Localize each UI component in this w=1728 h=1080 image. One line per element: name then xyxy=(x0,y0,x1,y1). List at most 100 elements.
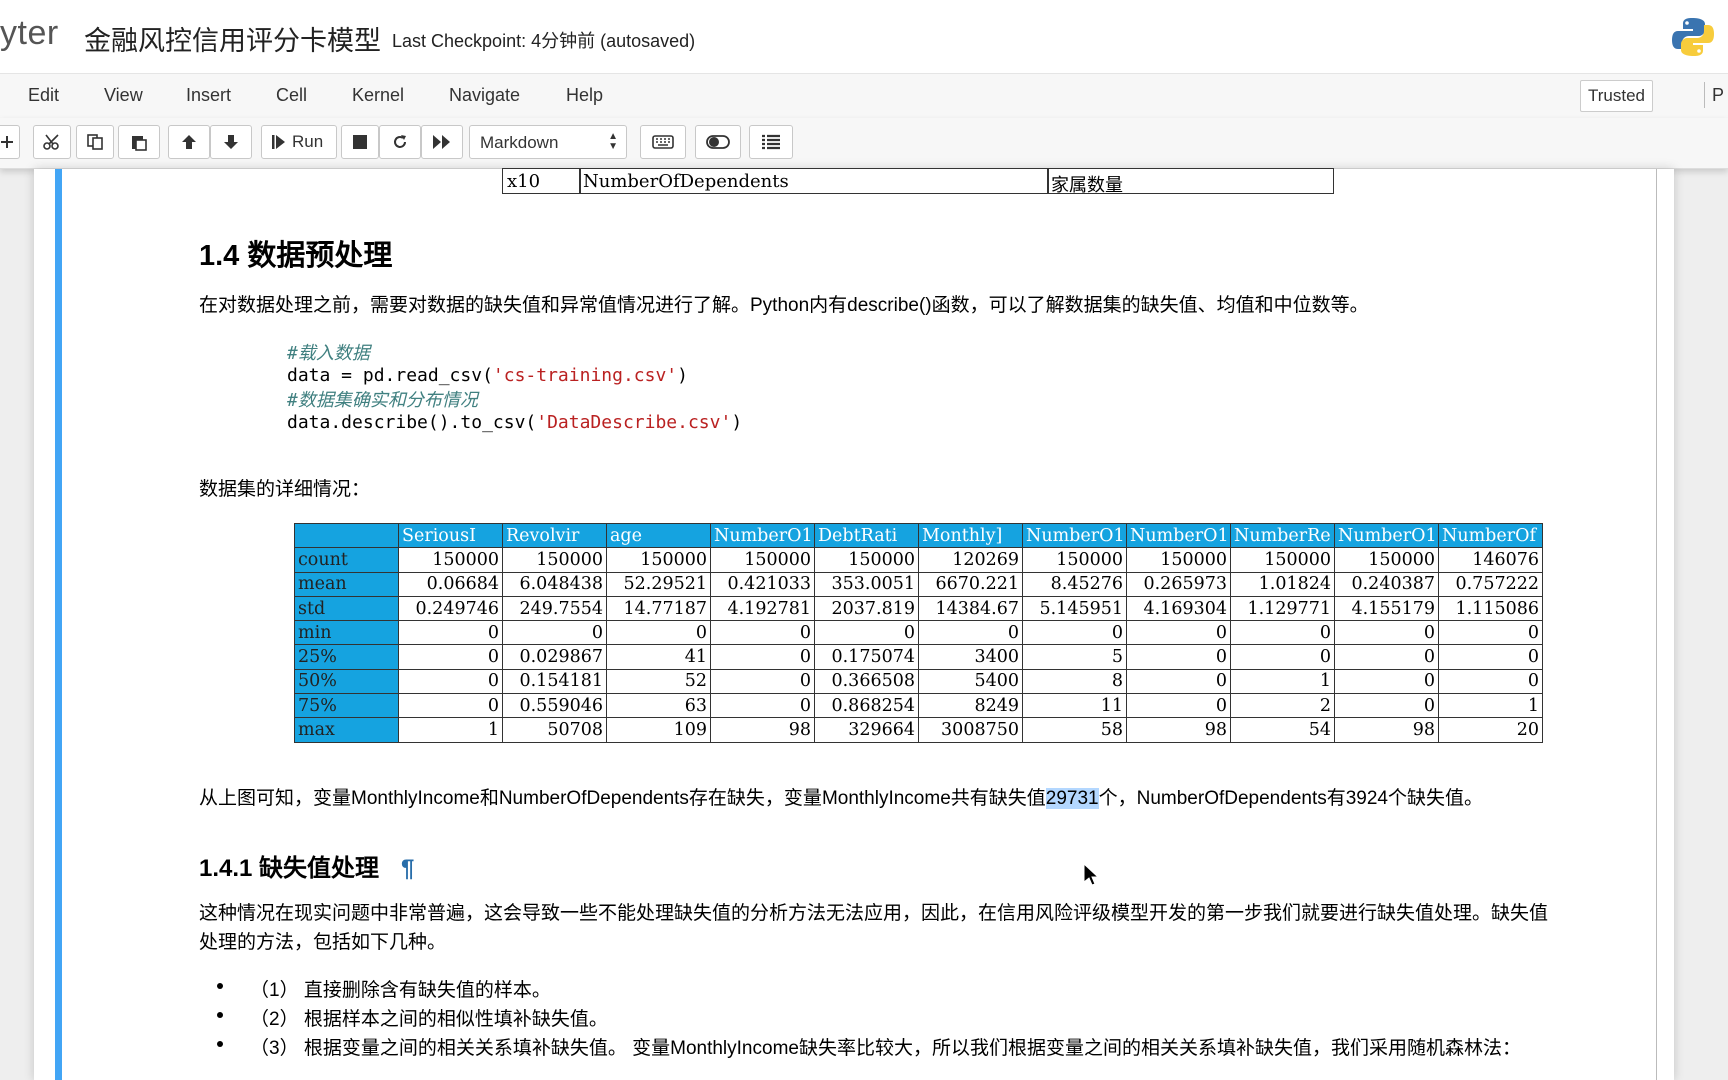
row-label: 25% xyxy=(294,644,399,670)
table-row: 50% 0 0.154181 52 0 0.366508 5400 8 0 1 0 0 xyxy=(294,668,1543,695)
copy-button[interactable] xyxy=(76,125,114,159)
kernel-name[interactable]: P xyxy=(1712,85,1724,106)
describe-table: SeriousI Revolvir age NumberO1 DebtRati Month… xyxy=(294,522,1543,743)
bullet-icon xyxy=(217,983,223,989)
run-button[interactable]: Run xyxy=(261,125,337,159)
arrow-down-icon xyxy=(224,135,238,149)
table-cell: 8 xyxy=(1022,668,1127,695)
var-name: NumberOfDependents xyxy=(583,171,789,192)
code-string: 'DataDescribe.csv' xyxy=(536,412,732,433)
menu-kernel[interactable]: Kernel xyxy=(352,85,404,106)
column-header: SeriousI xyxy=(398,522,503,549)
table-cell: 150000 xyxy=(606,547,711,573)
table-cell: 1 xyxy=(398,717,503,743)
list-icon xyxy=(762,134,780,150)
column-header: age xyxy=(606,522,711,549)
table-cell: 98 xyxy=(1126,717,1231,743)
jupyter-logo[interactable]: yter xyxy=(0,14,59,53)
run-icon xyxy=(272,135,285,149)
table-cell: 52 xyxy=(606,668,711,695)
table-cell: 0.06684 xyxy=(398,571,503,597)
table-cell: 98 xyxy=(710,717,815,743)
table-cell: 150000 xyxy=(1334,547,1439,573)
table-cell: 1.01824 xyxy=(1230,571,1335,597)
python-logo-icon xyxy=(1672,18,1714,56)
table-cell: 63 xyxy=(606,693,711,719)
restart-run-all-button[interactable] xyxy=(421,125,463,159)
restart-button[interactable] xyxy=(379,125,421,159)
move-up-button[interactable] xyxy=(168,125,210,159)
table-cell: 3008750 xyxy=(918,717,1023,743)
trusted-indicator[interactable]: Trusted xyxy=(1580,80,1654,112)
selected-cell-indicator xyxy=(55,169,62,1080)
missing-text: 从上图可知，变量MonthlyIncome和NumberOfDependents… xyxy=(199,788,1046,809)
table-cell: 0 xyxy=(710,693,815,719)
menu-edit[interactable]: Edit xyxy=(28,85,59,106)
table-row: min 0 0 0 0 0 0 0 0 0 0 0 xyxy=(294,620,1543,646)
table-cell: 0 xyxy=(1230,620,1335,646)
menu-insert[interactable]: Insert xyxy=(186,85,231,106)
missing-summary: 从上图可知，变量MonthlyIncome和NumberOfDependents… xyxy=(199,783,1483,810)
menu-help[interactable]: Help xyxy=(566,85,603,106)
interrupt-button[interactable] xyxy=(341,125,379,159)
menubar: Edit View Insert Cell Kernel Navigate He… xyxy=(0,73,1728,119)
table-cell: 0 xyxy=(606,620,711,646)
menu-view[interactable]: View xyxy=(104,85,143,106)
var-code: x10 xyxy=(507,171,541,192)
table-cell: 0.757222 xyxy=(1438,571,1543,597)
select-arrows-icon: ▲ ▼ xyxy=(608,131,618,152)
table-cell: 0.240387 xyxy=(1334,571,1439,597)
move-down-button[interactable] xyxy=(210,125,252,159)
paste-button[interactable] xyxy=(118,125,160,159)
column-header: NumberO1 xyxy=(1126,522,1231,549)
code-comment: #数据集确实和分布情况 xyxy=(287,390,478,411)
table-cell: 0 xyxy=(398,668,503,695)
toggle-button[interactable] xyxy=(695,125,741,159)
table-cell: 0.366508 xyxy=(814,668,919,695)
table-cell: 0 xyxy=(398,693,503,719)
table-of-contents-button[interactable] xyxy=(749,125,793,159)
table-cell: 0.154181 xyxy=(502,668,607,695)
code-comment: #载入数据 xyxy=(287,343,370,364)
table-cell: 329664 xyxy=(814,717,919,743)
cell-type-select[interactable]: Markdown ▲ ▼ xyxy=(469,125,627,159)
table-divider xyxy=(1047,169,1049,193)
table-cell: 41 xyxy=(606,644,711,670)
table-cell: 0 xyxy=(1126,644,1231,670)
table-cell: 0 xyxy=(1230,644,1335,670)
copy-icon xyxy=(87,134,103,150)
table-cell: 1 xyxy=(1230,668,1335,695)
list-item: （2） 根据样本之间的相似性填补缺失值。 xyxy=(217,1004,1521,1033)
table-cell: 0 xyxy=(1334,644,1439,670)
column-header: DebtRati xyxy=(814,522,919,549)
insert-cell-button[interactable] xyxy=(0,125,20,159)
table-cell: 8249 xyxy=(918,693,1023,719)
table-row: std 0.249746 249.7554 14.77187 4.192781 2037.… xyxy=(294,595,1543,622)
table-divider xyxy=(579,169,581,193)
table-cell: 6.048438 xyxy=(502,571,607,597)
table-cell: 1.115086 xyxy=(1438,595,1543,622)
table-cell: 0 xyxy=(1334,668,1439,695)
variable-table-row: x10 NumberOfDependents 家属数量 xyxy=(502,168,1334,196)
notebook-name[interactable]: 金融风控信用评分卡模型 xyxy=(84,19,381,58)
table-cell: 0 xyxy=(1334,620,1439,646)
menu-cell[interactable]: Cell xyxy=(276,85,307,106)
column-header: Monthly] xyxy=(918,522,1023,549)
table-row: mean 0.06684 6.048438 52.29521 0.421033 353.0… xyxy=(294,571,1543,597)
table-cell: 0.249746 xyxy=(398,595,503,622)
checkpoint-status: Last Checkpoint: 4分钟前 (autosaved) xyxy=(392,31,696,51)
table-cell: 0 xyxy=(710,644,815,670)
code-text: data.describe().to_csv( xyxy=(287,412,537,433)
cut-button[interactable] xyxy=(33,125,71,159)
table-cell: 11 xyxy=(1022,693,1127,719)
command-palette-button[interactable] xyxy=(640,125,686,159)
intro-paragraph: 在对数据处理之前，需要对数据的缺失值和异常值情况进行了解。Python内有des… xyxy=(199,295,1369,316)
anchor-link[interactable]: ¶ xyxy=(401,855,414,882)
table-cell: 0 xyxy=(1126,668,1231,695)
table-row: count 150000 150000 150000 150000 150000 12026… xyxy=(294,547,1543,573)
menu-navigate[interactable]: Navigate xyxy=(449,85,520,106)
highlighted-count: 29731 xyxy=(1045,788,1099,809)
table-cell: 0.559046 xyxy=(502,693,607,719)
cell-type-value: Markdown xyxy=(480,133,559,152)
list-item: （1） 直接删除含有缺失值的样本。 xyxy=(217,975,1521,1004)
